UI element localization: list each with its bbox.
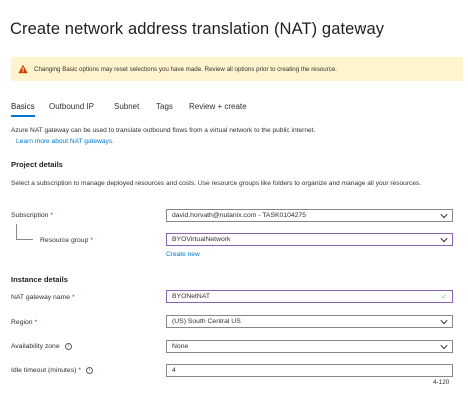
chevron-down-icon: [440, 344, 448, 349]
resource-group-label: Resource group *: [40, 237, 93, 244]
warning-text: Changing Basic options may reset selecti…: [34, 65, 338, 73]
tab-basics[interactable]: Basics: [11, 102, 35, 117]
required-marker: *: [78, 367, 82, 374]
resource-group-label-text: Resource group: [40, 237, 89, 244]
idle-timeout-input[interactable]: 4: [166, 364, 453, 377]
idle-timeout-label-text: Idle timeout (minutes): [11, 367, 77, 374]
chevron-down-icon: [440, 237, 448, 242]
intro-description: Azure NAT gateway can be used to transla…: [11, 127, 316, 134]
tree-connector: [16, 224, 33, 240]
subscription-label-text: Subscription: [11, 212, 49, 219]
create-new-link[interactable]: Create new: [166, 251, 200, 258]
region-label: Region *: [11, 319, 37, 326]
nat-gateway-name-value: BYONetNAT: [172, 293, 211, 300]
region-label-text: Region: [11, 319, 33, 326]
warning-triangle-icon: [18, 64, 28, 74]
page-title: Create network address translation (NAT)…: [10, 20, 385, 38]
tab-bar: Basics Outbound IP Subnet Tags Review + …: [11, 102, 463, 120]
info-icon[interactable]: i: [64, 343, 72, 350]
availability-zone-value: None: [172, 343, 189, 350]
required-marker: *: [90, 237, 94, 244]
more-options-icon[interactable]: ···: [357, 21, 371, 33]
required-marker: *: [50, 212, 54, 219]
checkmark-icon: ✓: [441, 293, 447, 301]
learn-more-link[interactable]: Learn more about NAT gateways.: [16, 138, 114, 145]
tab-subnet[interactable]: Subnet: [114, 102, 139, 111]
availability-zone-label: Availability zone i: [11, 343, 72, 350]
subscription-value: david.horvath@nutanix.com - TASK0104275: [172, 212, 306, 219]
info-icon[interactable]: i: [86, 367, 94, 374]
idle-timeout-range: 4-120: [433, 379, 450, 386]
nat-gateway-name-label: NAT gateway name *: [11, 294, 75, 301]
project-description: Select a subscription to manage deployed…: [11, 180, 422, 187]
required-marker: *: [72, 294, 75, 301]
resource-group-select[interactable]: BYOVirtualNetwork: [166, 233, 453, 246]
availability-zone-label-text: Availability zone: [11, 343, 60, 350]
tab-outbound-ip[interactable]: Outbound IP: [49, 102, 94, 111]
nat-gateway-name-input[interactable]: BYONetNAT ✓: [166, 290, 453, 303]
resource-group-value: BYOVirtualNetwork: [172, 236, 231, 243]
nat-gateway-name-label-text: NAT gateway name: [11, 294, 71, 301]
subscription-select[interactable]: david.horvath@nutanix.com - TASK0104275: [166, 209, 453, 222]
project-details-heading: Project details: [11, 160, 63, 169]
idle-timeout-label: Idle timeout (minutes) * i: [11, 367, 94, 374]
availability-zone-select[interactable]: None: [166, 340, 453, 353]
region-value: (US) South Central US: [172, 318, 241, 325]
idle-timeout-value: 4: [172, 367, 176, 374]
warning-banner: Changing Basic options may reset selecti…: [11, 57, 463, 81]
subscription-label: Subscription *: [11, 212, 53, 219]
tab-tags[interactable]: Tags: [156, 102, 173, 111]
region-select[interactable]: (US) South Central US: [166, 315, 453, 328]
chevron-down-icon: [440, 213, 448, 218]
required-marker: *: [34, 319, 38, 326]
instance-details-heading: Instance details: [11, 275, 68, 284]
tab-review-create[interactable]: Review + create: [189, 102, 247, 111]
chevron-down-icon: [440, 319, 448, 324]
